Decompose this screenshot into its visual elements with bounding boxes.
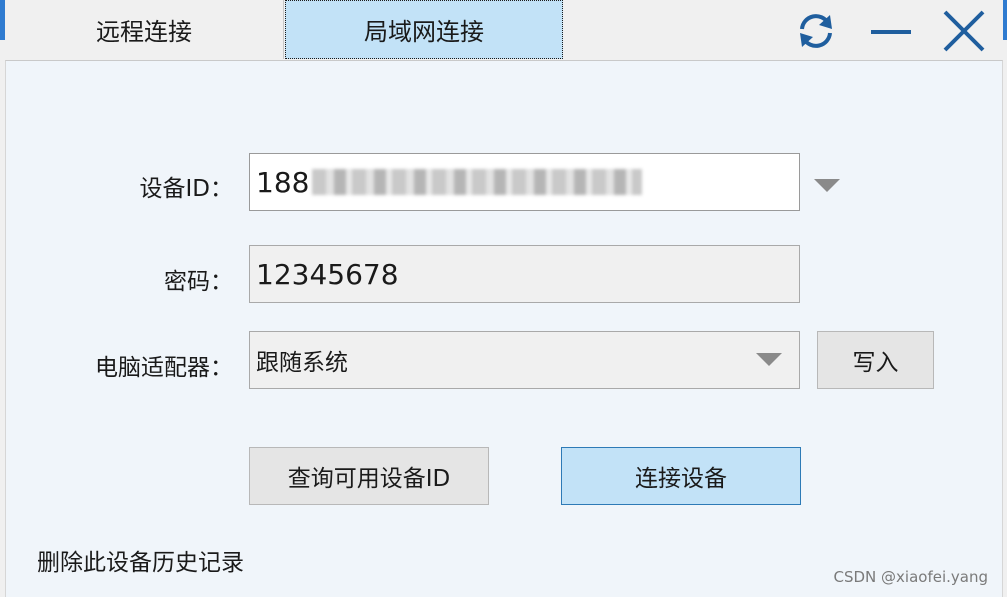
tab-strip: 远程连接 局域网连接: [5, 0, 563, 60]
device-id-combobox[interactable]: 188: [249, 153, 800, 211]
chevron-down-icon[interactable]: [814, 179, 840, 193]
delete-history-link[interactable]: 删除此设备历史记录: [37, 543, 244, 577]
device-id-label: 设备ID：: [139, 176, 234, 202]
adapter-select[interactable]: 跟随系统: [249, 331, 800, 389]
password-label: 密码：: [164, 269, 233, 295]
close-icon: [943, 10, 985, 52]
adapter-value: 跟随系统: [256, 350, 348, 376]
lan-connection-panel: 设备ID： 188 密码： 12345678 电脑适配器： 跟随系统 写入 查询…: [5, 60, 1003, 597]
device-id-value: 188: [256, 165, 310, 199]
password-value: 12345678: [256, 257, 399, 291]
close-button[interactable]: [939, 6, 989, 56]
refresh-button[interactable]: [791, 6, 841, 56]
write-button[interactable]: 写入: [817, 331, 934, 389]
connect-device-button[interactable]: 连接设备: [561, 447, 801, 505]
password-field[interactable]: 12345678: [249, 245, 800, 303]
minimize-button[interactable]: [866, 6, 916, 56]
minimize-icon: [871, 30, 911, 34]
adapter-label: 电脑适配器：: [95, 355, 233, 381]
refresh-icon: [800, 14, 832, 48]
query-device-id-button[interactable]: 查询可用设备ID: [249, 447, 489, 505]
tab-remote-connection[interactable]: 远程连接: [5, 0, 284, 59]
watermark: CSDN @xiaofei.yang: [833, 568, 989, 586]
chevron-down-icon[interactable]: [756, 353, 782, 367]
window-edge-right: [1003, 0, 1007, 40]
redacted-text: [312, 169, 643, 195]
tab-lan-connection[interactable]: 局域网连接: [285, 0, 563, 59]
